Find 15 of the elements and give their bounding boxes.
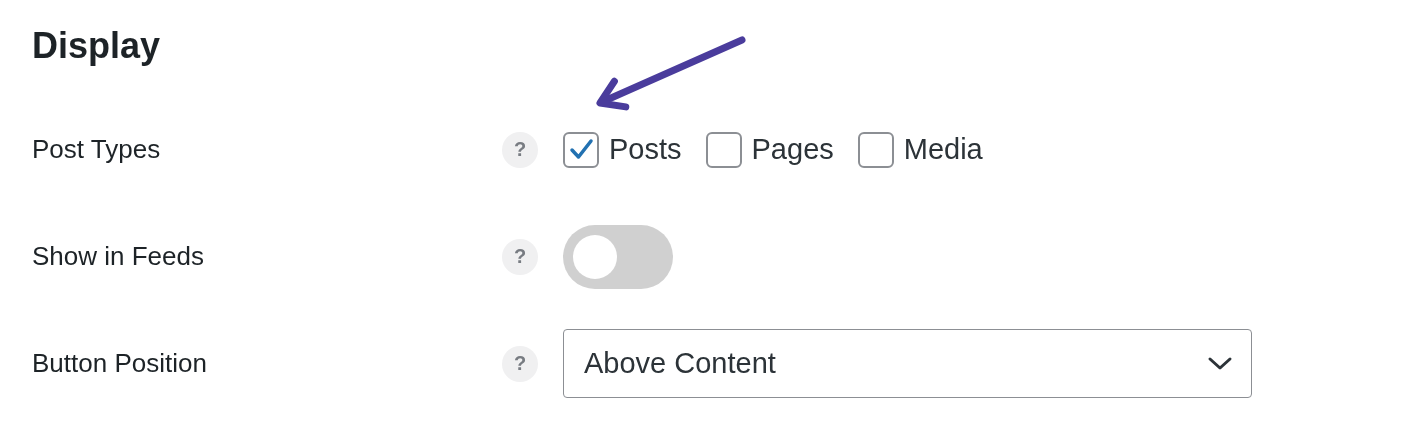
field-label: Post Types: [32, 134, 162, 165]
checkbox-label[interactable]: Posts: [609, 133, 682, 166]
checkbox-label[interactable]: Pages: [751, 133, 834, 166]
field-label: Button Position: [32, 348, 208, 379]
checkbox[interactable]: [857, 131, 894, 168]
section-title: Display: [32, 24, 161, 68]
checkbox[interactable]: [705, 131, 742, 168]
help-icon[interactable]: ?: [502, 131, 538, 168]
chevron-down-icon: [1207, 355, 1233, 372]
field-label: Show in Feeds: [32, 241, 205, 272]
checkbox[interactable]: [563, 131, 599, 168]
help-icon[interactable]: ?: [502, 238, 538, 275]
help-icon[interactable]: ?: [502, 345, 538, 382]
dropdown-select[interactable]: Above Content: [563, 329, 1252, 398]
checkbox-label[interactable]: Media: [903, 133, 983, 166]
